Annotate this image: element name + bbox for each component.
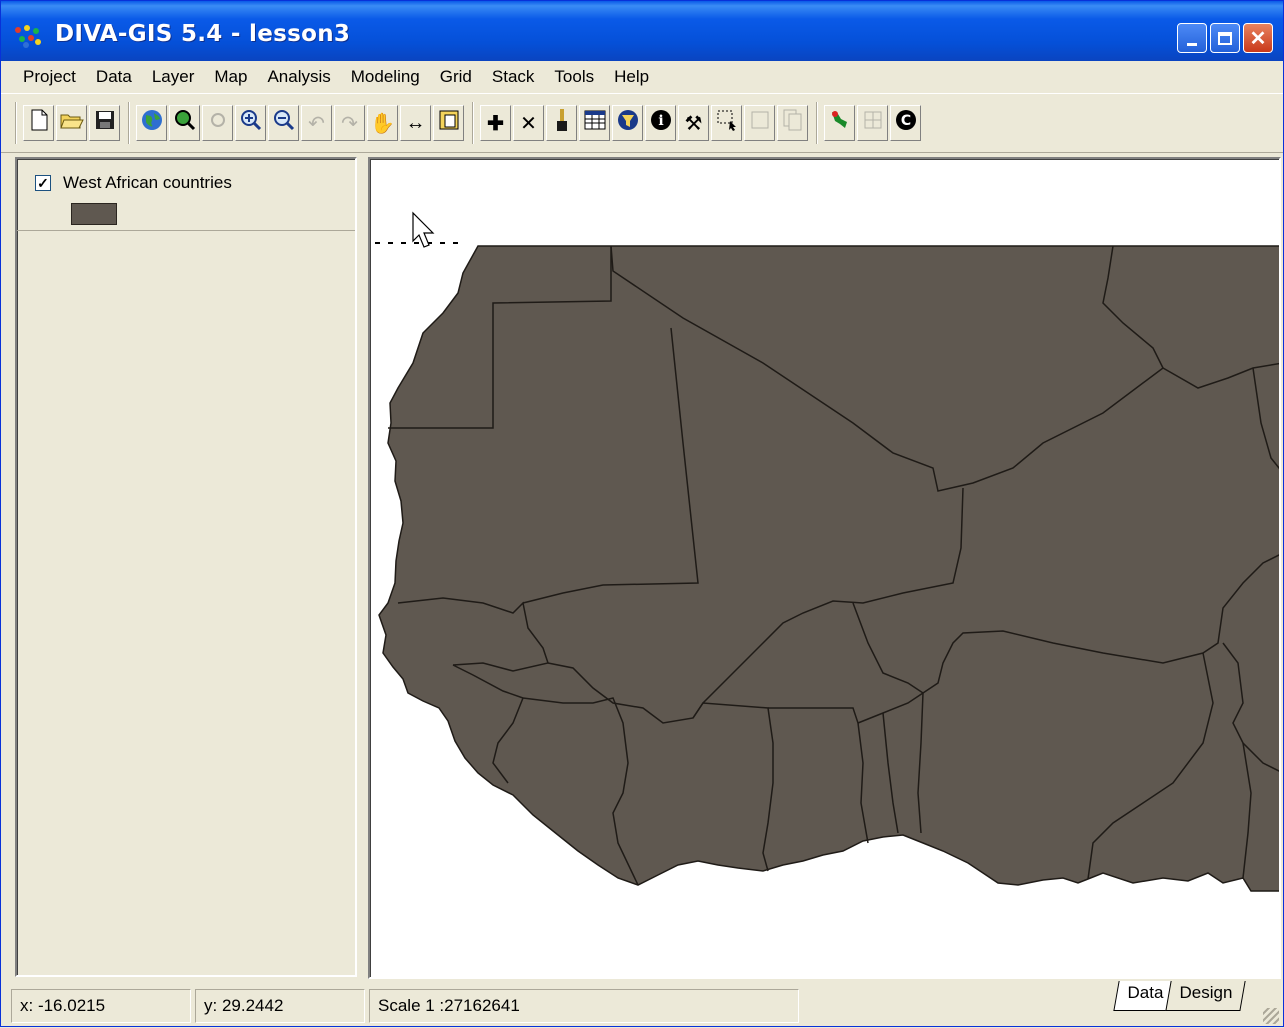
toolbar-separator: [15, 102, 17, 144]
zoom-selected-button[interactable]: [202, 105, 233, 141]
attribute-table-icon: [584, 110, 606, 136]
next-extent-icon: ↷: [341, 112, 358, 135]
menu-help[interactable]: Help: [602, 67, 657, 87]
save-button[interactable]: [89, 105, 120, 141]
menu-map[interactable]: Map: [202, 67, 255, 87]
identify-icon: i: [650, 109, 672, 137]
save-icon: [95, 110, 115, 136]
zoom-out-button[interactable]: [268, 105, 299, 141]
minimize-button[interactable]: [1177, 23, 1207, 53]
title-bar[interactable]: DIVA-GIS 5.4 - lesson3 ✕: [1, 1, 1283, 61]
copy-selection-button[interactable]: [777, 105, 808, 141]
maximize-button[interactable]: [1210, 23, 1240, 53]
grid-button[interactable]: [857, 105, 888, 141]
copyright-button[interactable]: C: [890, 105, 921, 141]
full-extent-button[interactable]: [136, 105, 167, 141]
menu-modeling[interactable]: Modeling: [339, 67, 428, 87]
remove-layer-button[interactable]: ✕: [513, 105, 544, 141]
menu-grid[interactable]: Grid: [428, 67, 480, 87]
previous-extent-icon: ↶: [308, 112, 325, 135]
scale-readout: Scale 1 :27162641: [369, 989, 799, 1023]
map-view[interactable]: [368, 157, 1281, 979]
add-layer-button[interactable]: ✚: [480, 105, 511, 141]
menu-layer[interactable]: Layer: [140, 67, 203, 87]
copyright-icon: C: [895, 109, 917, 137]
layer-symbol-swatch[interactable]: [71, 203, 117, 225]
toolbar-separator: [128, 102, 130, 144]
zoom-in-button[interactable]: [235, 105, 266, 141]
zoom-selected-icon: [208, 110, 228, 136]
tools-icon: ⚒: [684, 112, 703, 135]
tab-design[interactable]: Design: [1165, 981, 1246, 1011]
select-features-icon: [716, 109, 738, 137]
menu-analysis[interactable]: Analysis: [255, 67, 338, 87]
open-folder-icon: [59, 110, 84, 136]
menu-project[interactable]: Project: [11, 67, 84, 87]
toolbar-separator: [816, 102, 818, 144]
pan-button[interactable]: ✋: [367, 105, 398, 141]
new-file-button[interactable]: [23, 105, 54, 141]
open-folder-button[interactable]: [56, 105, 87, 141]
query-icon: [617, 109, 639, 137]
close-button[interactable]: ✕: [1243, 23, 1273, 53]
svg-text:i: i: [658, 113, 663, 129]
resize-grip-icon[interactable]: [1263, 1008, 1279, 1024]
layer-name[interactable]: West African countries: [63, 173, 232, 193]
zoom-in-icon: [240, 109, 262, 137]
layer-visibility-checkbox[interactable]: ✓: [35, 175, 51, 191]
copy-selection-icon: [783, 109, 803, 137]
new-file-icon: [30, 109, 48, 137]
query-button[interactable]: [612, 105, 643, 141]
layer-properties-button[interactable]: [546, 105, 577, 141]
menu-stack[interactable]: Stack: [480, 67, 543, 87]
view-tabs: Data Design: [1113, 981, 1246, 1013]
layer-properties-icon: [555, 108, 569, 138]
svg-text:C: C: [900, 113, 910, 129]
grid-icon: [864, 111, 882, 135]
add-layer-icon: ✚: [487, 112, 504, 135]
diva-gis-logo-icon: [15, 25, 43, 49]
minimize-icon: [1178, 24, 1206, 52]
map-tool-button[interactable]: [824, 105, 855, 141]
maximize-icon: [1211, 24, 1239, 52]
measure-button[interactable]: ↔: [400, 105, 431, 141]
pan-hand-icon: ✋: [370, 112, 395, 135]
window-title: DIVA-GIS 5.4 - lesson3: [55, 21, 351, 47]
copy-map-icon: [438, 109, 460, 137]
y-coordinate: y: 29.2442: [195, 989, 365, 1023]
checkmark-icon: ✓: [37, 175, 49, 191]
tools-button[interactable]: ⚒: [678, 105, 709, 141]
close-icon: ✕: [1249, 27, 1267, 50]
remove-layer-icon: ✕: [520, 112, 537, 135]
legend-panel: ✓ West African countries: [15, 157, 357, 977]
x-coordinate: x: -16.0215: [11, 989, 191, 1023]
map-canvas: [375, 211, 1279, 892]
next-extent-button[interactable]: ↷: [334, 105, 365, 141]
menu-data[interactable]: Data: [84, 67, 140, 87]
status-bar: x: -16.0215 y: 29.2442 Scale 1 :27162641…: [1, 981, 1283, 1028]
identify-button[interactable]: i: [645, 105, 676, 141]
attribute-table-button[interactable]: [579, 105, 610, 141]
select-features-button[interactable]: [711, 105, 742, 141]
measure-icon: ↔: [405, 111, 426, 134]
copy-map-button[interactable]: [433, 105, 464, 141]
app-window: DIVA-GIS 5.4 - lesson3 ✕ Project Data La…: [0, 0, 1284, 1027]
mouse-pointer-icon: [412, 211, 435, 248]
previous-extent-button[interactable]: ↶: [301, 105, 332, 141]
legend-layer-entry[interactable]: ✓ West African countries: [17, 159, 355, 231]
clear-selection-button[interactable]: [744, 105, 775, 141]
zoom-to-layer-icon: [174, 109, 196, 137]
menu-tools[interactable]: Tools: [542, 67, 602, 87]
zoom-out-icon: [273, 109, 295, 137]
zoom-to-layer-button[interactable]: [169, 105, 200, 141]
full-extent-globe-icon: [141, 109, 163, 137]
toolbar: ↶ ↷ ✋ ↔ ✚ ✕ i ⚒ C: [1, 93, 1283, 153]
clear-selection-icon: [751, 111, 769, 135]
toolbar-separator: [472, 102, 474, 144]
map-tool-icon: [829, 109, 851, 137]
menu-bar: Project Data Layer Map Analysis Modeling…: [1, 61, 1283, 93]
